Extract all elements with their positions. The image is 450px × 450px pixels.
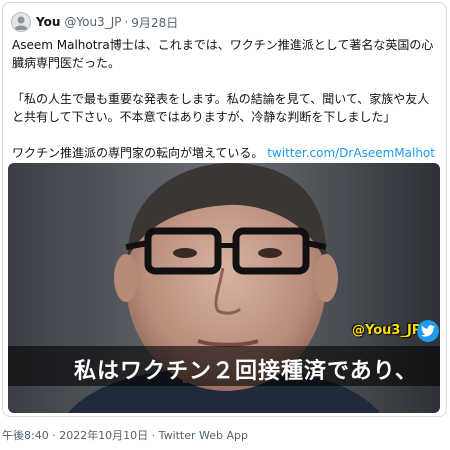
avatar-graphic — [14, 16, 28, 30]
user-avatar-icon[interactable] — [11, 12, 31, 32]
video-media[interactable]: @You3_JP 私はワクチン２回接種済であり、 — [8, 163, 440, 413]
tweet-text-intro: Aseem Malhotra博士は、これまでは、ワクチン推進派として著名な英国の… — [12, 38, 434, 70]
video-watermark: @You3_JP — [352, 323, 422, 338]
tweet-text: Aseem Malhotra博士は、これまでは、ワクチン推進派として著名な英国の… — [12, 36, 440, 180]
tweet-text-last: ワクチン推進派の専門家の転向が増えている。 — [12, 146, 268, 160]
display-name[interactable]: You — [36, 15, 60, 29]
twitter-bird-icon — [417, 320, 439, 342]
tweet-card[interactable]: You @You3_JP · 9月28日 Aseem Malhotra博士は、こ… — [2, 2, 447, 417]
tweet-meta[interactable]: 午後8:40 · 2022年10月10日 · Twitter Web App — [2, 427, 248, 443]
tweet-header: You @You3_JP · 9月28日 — [11, 11, 178, 33]
separator: · — [124, 15, 129, 29]
user-handle[interactable]: @You3_JP — [64, 15, 121, 29]
tweet-date[interactable]: 9月28日 — [131, 14, 178, 31]
tweet-text-quote: 「私の人生で最も重要な発表をします。私の結論を見て、聞いて、家族や友人と共有して… — [12, 92, 430, 124]
video-caption: 私はワクチン２回接種済であり、 — [74, 359, 418, 384]
bird-glyph — [421, 325, 435, 337]
